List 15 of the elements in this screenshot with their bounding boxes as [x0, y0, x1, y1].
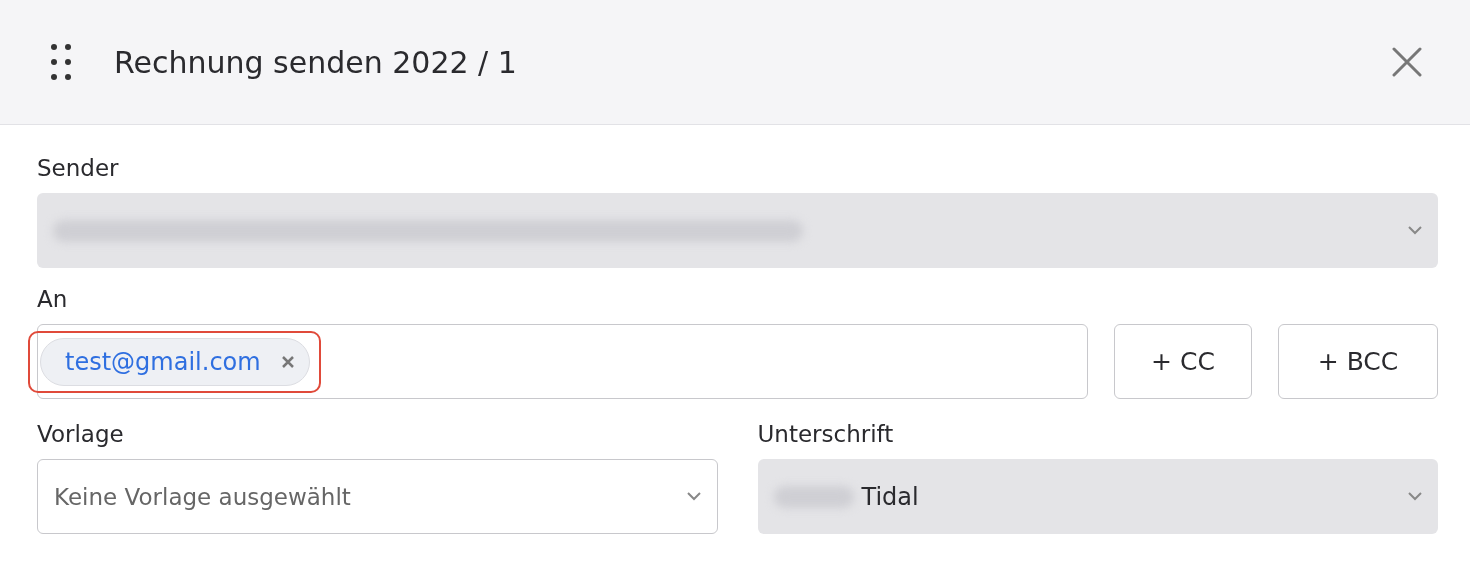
remove-icon[interactable]	[280, 354, 295, 369]
field-label: Sender	[37, 155, 119, 181]
close-icon[interactable]	[1392, 47, 1422, 77]
field-label: An	[37, 286, 68, 312]
dialog-title: Rechnung senden 2022 / 1	[114, 44, 518, 80]
add-button[interactable]: + BCC	[1278, 324, 1438, 399]
chevron-icon	[1408, 492, 1422, 501]
chevron-icon	[1408, 226, 1422, 235]
drag-handle-icon[interactable]	[48, 42, 74, 82]
chevron-icon	[686, 492, 701, 501]
field-label: Unterschrift	[757, 421, 894, 447]
field-label: Vorlage	[37, 421, 124, 447]
email-chip[interactable]: test@gmail.com	[40, 337, 310, 386]
template-select[interactable]: Keine Vorlage ausgewählt	[37, 459, 718, 534]
add-button[interactable]: + CC	[1114, 324, 1252, 399]
